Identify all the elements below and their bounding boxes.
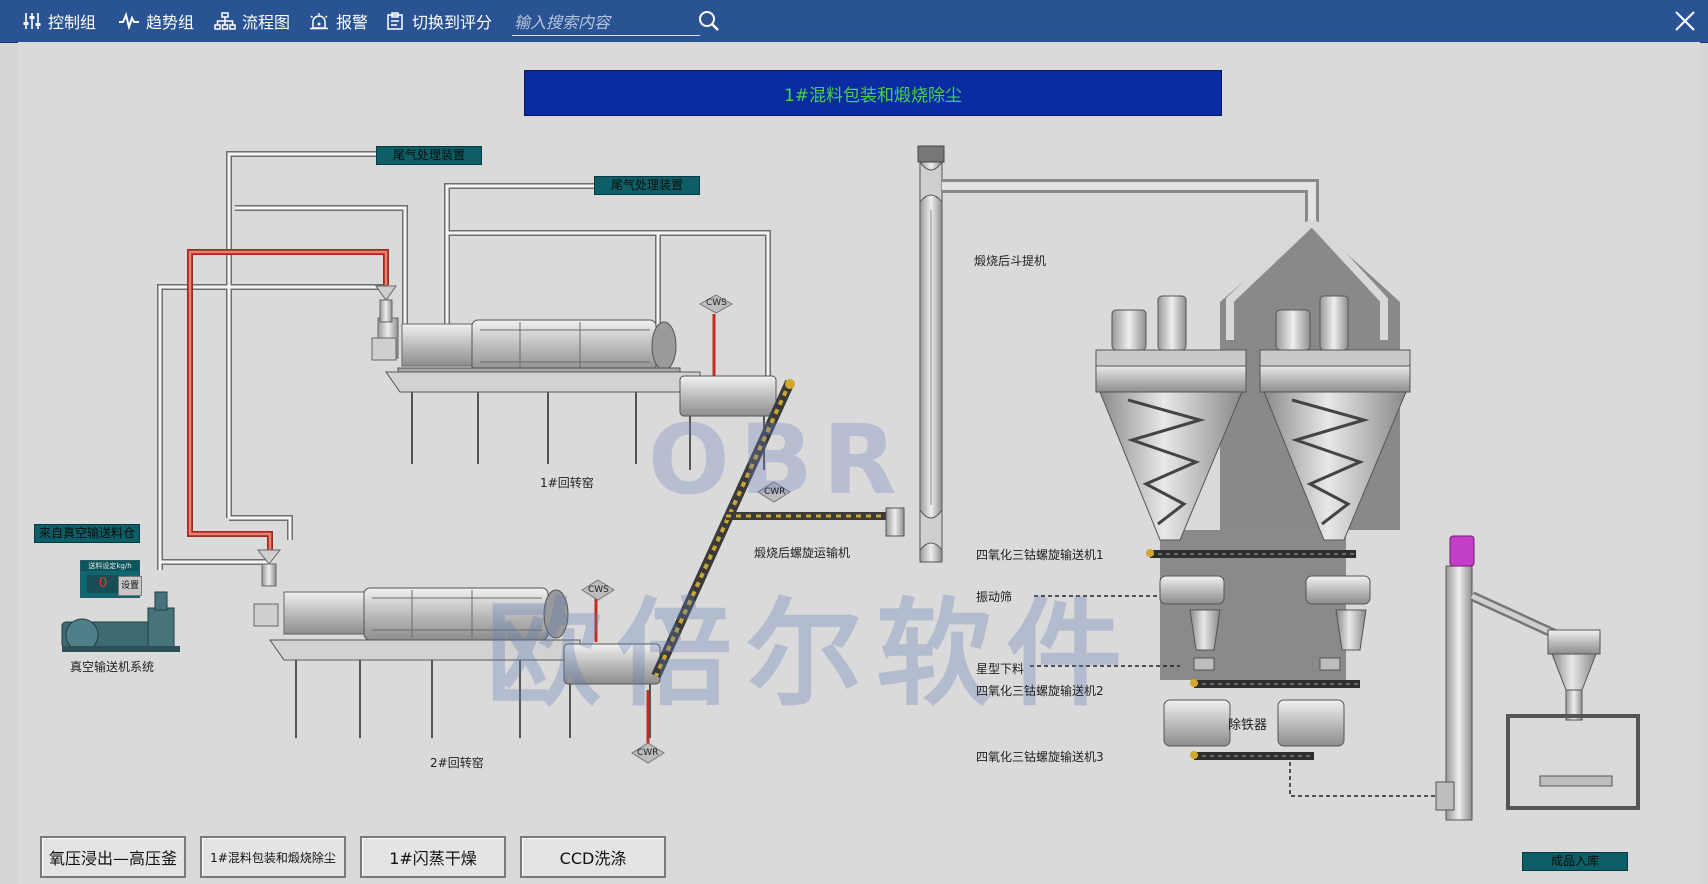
packaging-line: [1435, 535, 1640, 821]
exhaust-treatment-tag-1[interactable]: 尾气处理装置: [376, 146, 482, 165]
feed-setpoint-label: 送料设定kg/h: [81, 561, 139, 571]
exhaust-treatment-tag-2[interactable]: 尾气处理装置: [594, 176, 700, 195]
screw-conveyor-label: 煅烧后螺旋运输机: [754, 546, 851, 560]
feed-set-button[interactable]: 设置: [118, 576, 142, 596]
vacuum-pump: [61, 591, 180, 652]
iron-remover-label: 除铁器: [1228, 718, 1268, 733]
vibrating-screen-label: 振动筛: [976, 590, 1013, 604]
flash-drying-page-button[interactable]: 1#闪蒸干燥: [360, 836, 506, 878]
bucket-elevator-label: 煅烧后斗提机: [974, 254, 1047, 268]
conveyor-2-label: 四氧化三钴螺旋输送机2: [976, 684, 1104, 698]
cws-1-label: CWS: [706, 298, 727, 308]
cws-2-label: CWS: [588, 585, 609, 595]
vacuum-source-tag[interactable]: 来自真空输送料仓: [34, 524, 140, 543]
cwr-1-label: CWR: [764, 487, 786, 497]
watermark-logo: OBR: [648, 404, 907, 516]
page-title: 1#混料包装和煅烧除尘: [783, 85, 963, 106]
watermark-text: 欧倍尔软件: [486, 587, 1136, 722]
finished-storage-tag[interactable]: 成品入库: [1522, 852, 1628, 871]
mixing-calcination-page-button[interactable]: 1#混料包装和煅烧除尘: [200, 836, 346, 878]
conveyor-3-label: 四氧化三钴螺旋输送机3: [976, 750, 1104, 764]
kiln-1-label: 1#回转窑: [540, 476, 594, 490]
ccd-washing-page-button[interactable]: CCD洗涤: [520, 836, 666, 878]
feed-setpoint-value[interactable]: 0: [87, 575, 119, 593]
cwr-2-label: CWR: [637, 748, 659, 758]
vacuum-system-label: 真空输送机系统: [70, 660, 155, 674]
kiln-2-label: 2#回转窑: [430, 756, 484, 770]
conveyor-1-label: 四氧化三钴螺旋输送机1: [976, 548, 1104, 562]
autoclave-page-button[interactable]: 氧压浸出—高压釜: [40, 836, 186, 878]
page-title-banner: 1#混料包装和煅烧除尘: [524, 70, 1222, 116]
star-valve-label: 星型下料: [976, 662, 1025, 676]
